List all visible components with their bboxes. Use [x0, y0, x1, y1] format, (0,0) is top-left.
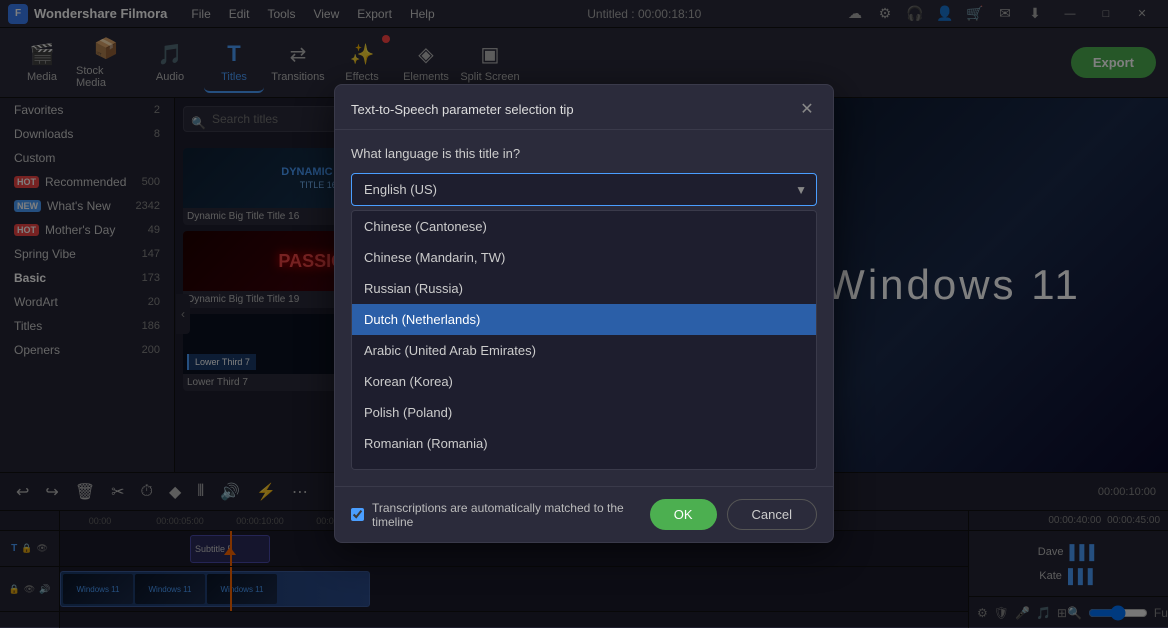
dialog-header: Text-to-Speech parameter selection tip ✕	[335, 85, 833, 130]
transcription-checkbox[interactable]	[351, 508, 364, 521]
dropdown-item-russian[interactable]: Russian (Russia)	[352, 273, 816, 304]
dialog-title: Text-to-Speech parameter selection tip	[351, 102, 574, 117]
dropdown-list: Chinese (Cantonese) Chinese (Mandarin, T…	[351, 210, 817, 470]
dropdown-item-polish[interactable]: Polish (Poland)	[352, 397, 816, 428]
language-select-wrapper: English (US) ▼	[351, 173, 817, 206]
dialog-close-button[interactable]: ✕	[797, 99, 817, 119]
dialog-footer: Transcriptions are automatically matched…	[335, 486, 833, 542]
language-select[interactable]: English (US)	[351, 173, 817, 206]
dropdown-item-indonesian[interactable]: Indonesian (Indonesia)	[352, 459, 816, 470]
cancel-button[interactable]: Cancel	[727, 499, 817, 530]
dialog-overlay: Text-to-Speech parameter selection tip ✕…	[0, 0, 1168, 627]
dialog-question: What language is this title in?	[351, 146, 817, 161]
dropdown-item-dutch[interactable]: Dutch (Netherlands)	[352, 304, 816, 335]
ok-button[interactable]: OK	[650, 499, 717, 530]
tts-dialog: Text-to-Speech parameter selection tip ✕…	[334, 84, 834, 543]
dropdown-item-korean[interactable]: Korean (Korea)	[352, 366, 816, 397]
dropdown-item-arabic[interactable]: Arabic (United Arab Emirates)	[352, 335, 816, 366]
transcription-checkbox-row: Transcriptions are automatically matched…	[351, 501, 650, 529]
dropdown-item-mandarin-tw[interactable]: Chinese (Mandarin, TW)	[352, 242, 816, 273]
dropdown-item-romanian[interactable]: Romanian (Romania)	[352, 428, 816, 459]
dialog-body: What language is this title in? English …	[335, 130, 833, 486]
dialog-actions: OK Cancel	[650, 499, 817, 530]
dropdown-item-cantonese[interactable]: Chinese (Cantonese)	[352, 211, 816, 242]
transcription-label: Transcriptions are automatically matched…	[372, 501, 650, 529]
